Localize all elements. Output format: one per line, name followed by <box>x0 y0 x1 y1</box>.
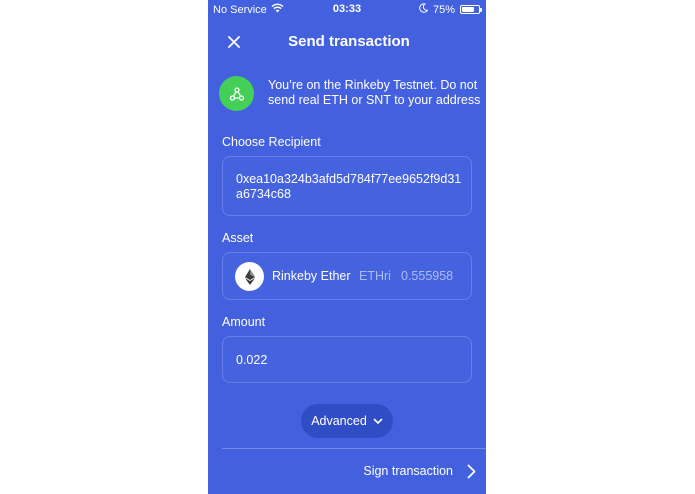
battery-percent: 75% <box>432 3 455 16</box>
moon-icon <box>419 3 429 16</box>
chevron-right-icon <box>467 464 476 478</box>
notice-text: You’re on the Rinkeby Testnet. Do not se… <box>268 78 481 107</box>
battery-icon <box>460 5 482 14</box>
network-icon <box>219 76 254 111</box>
asset-balance: 0.555958 <box>401 269 454 283</box>
recipient-label: Choose Recipient <box>222 135 321 149</box>
sign-transaction-label: Sign transaction <box>363 464 453 478</box>
asset-label: Asset <box>222 231 254 245</box>
asset-name: Rinkeby Ether <box>272 269 351 283</box>
chevron-down-icon <box>373 418 383 424</box>
send-transaction-screen: No Service 03:33 75% Send transaction Yo… <box>208 0 486 494</box>
recipient-address: 0xea10a324b3afd5d784f77ee9652f9d31a6734c… <box>236 172 462 201</box>
amount-value: 0.022 <box>236 353 268 367</box>
header: Send transaction <box>208 24 486 60</box>
sign-transaction-button[interactable]: Sign transaction <box>363 458 476 484</box>
amount-input[interactable]: 0.022 <box>222 336 472 383</box>
page-title: Send transaction <box>288 33 410 50</box>
advanced-label: Advanced <box>311 414 367 428</box>
battery-fill <box>462 7 474 12</box>
amount-label: Amount <box>222 315 266 329</box>
status-right: 75% <box>419 3 482 16</box>
battery-tip <box>480 8 482 12</box>
status-bar: No Service 03:33 75% <box>208 0 486 18</box>
asset-symbol: ETHri <box>359 269 391 283</box>
asset-selector[interactable]: Rinkeby Ether ETHri 0.555958 <box>222 252 472 300</box>
advanced-button[interactable]: Advanced <box>301 404 393 438</box>
ethereum-icon <box>235 262 264 291</box>
testnet-notice: You’re on the Rinkeby Testnet. Do not se… <box>219 74 480 114</box>
recipient-field[interactable]: 0xea10a324b3afd5d784f77ee9652f9d31a6734c… <box>222 156 472 216</box>
footer-divider <box>222 448 486 449</box>
